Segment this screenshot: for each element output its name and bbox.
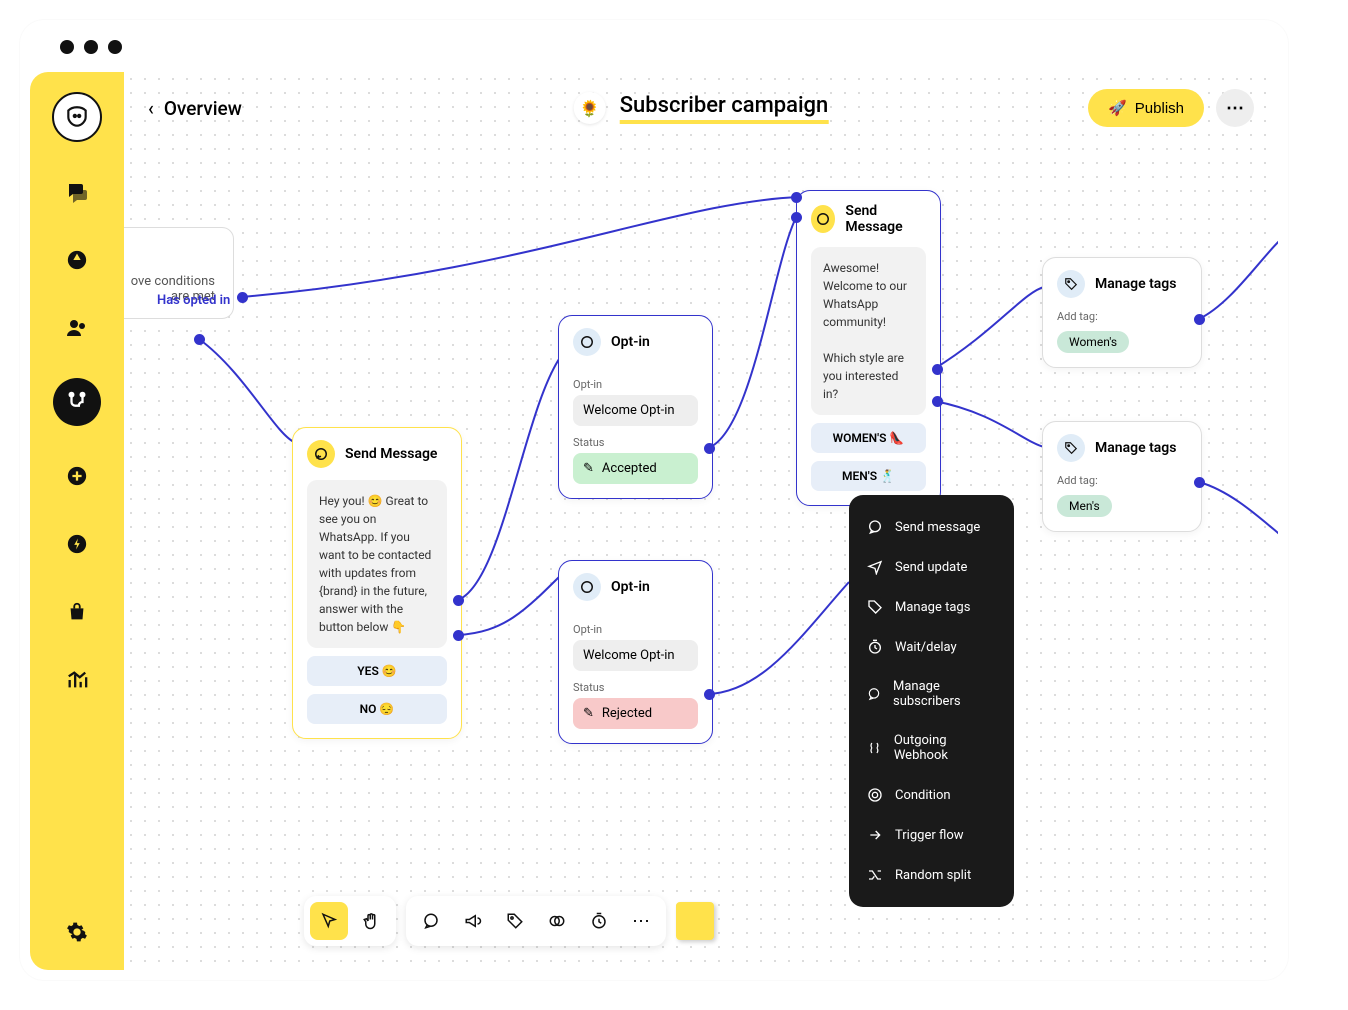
node-title: Manage tags [1095, 440, 1176, 456]
nav-add-icon[interactable] [59, 458, 95, 494]
message-body: Awesome! Welcome to our WhatsApp communi… [811, 247, 926, 415]
more-tools-icon[interactable]: ⋯ [622, 902, 660, 940]
message-body: Hey you! 😊 Great to see you on WhatsApp.… [307, 480, 447, 648]
brand-logo[interactable] [52, 92, 102, 142]
pencil-icon: ✎ [583, 461, 594, 476]
window-dot [84, 40, 98, 54]
menu-wait-delay[interactable]: Wait/delay [849, 627, 1014, 667]
connector-dot[interactable] [453, 595, 464, 606]
window-dot [60, 40, 74, 54]
more-button[interactable]: ⋯ [1216, 89, 1254, 127]
node-title: Manage tags [1095, 276, 1176, 292]
sidebar [30, 72, 124, 970]
connector-dot[interactable] [194, 334, 205, 345]
node-title: Send Message [845, 203, 926, 235]
field-value: Welcome Opt-in [573, 395, 698, 426]
menu-manage-tags[interactable]: Manage tags [849, 587, 1014, 627]
mens-button[interactable]: MEN'S 🕺 [811, 461, 926, 491]
optin-rejected-node[interactable]: Opt-in Opt-in Welcome Opt-in Status ✎ Re… [558, 560, 713, 744]
field-label: Add tag: [1057, 474, 1187, 487]
condition-text: ove conditions [124, 274, 215, 289]
menu-trigger-flow[interactable]: Trigger flow [849, 815, 1014, 855]
manage-tags-node-2[interactable]: Manage tags Add tag: Men's [1042, 421, 1202, 532]
nav-contacts-icon[interactable] [59, 310, 95, 346]
message-icon [307, 440, 335, 468]
node-title: Send Message [345, 446, 437, 462]
nav-bolt-icon[interactable] [59, 526, 95, 562]
window-dot [108, 40, 122, 54]
send-message-node[interactable]: Send Message Hey you! 😊 Great to see you… [292, 427, 462, 739]
nav-flows-icon[interactable] [53, 378, 101, 426]
nav-chat-icon[interactable] [59, 174, 95, 210]
condition-tool-icon[interactable] [538, 902, 576, 940]
status-label: Status [573, 436, 698, 449]
tag-chip: Men's [1057, 495, 1112, 517]
optin-icon [573, 573, 601, 601]
context-menu: Send message Send update Manage tags Wai… [849, 495, 1014, 907]
connector-dot[interactable] [704, 443, 715, 454]
connector-dot[interactable] [791, 192, 802, 203]
field-label: Opt-in [573, 623, 698, 636]
timer-tool-icon[interactable] [580, 902, 618, 940]
node-title: Opt-in [611, 334, 650, 350]
field-value: Welcome Opt-in [573, 640, 698, 671]
connector-dot[interactable] [1194, 477, 1205, 488]
publish-button[interactable]: 🚀 Publish [1088, 89, 1204, 127]
pointer-tool[interactable] [310, 902, 348, 940]
connector-dot[interactable] [704, 689, 715, 700]
manage-tags-node-1[interactable]: Manage tags Add tag: Women's [1042, 257, 1202, 368]
campaign-emoji-icon[interactable]: 🌻 [574, 92, 606, 124]
tag-icon [1057, 270, 1085, 298]
rocket-icon: 🚀 [1108, 99, 1127, 117]
publish-label: Publish [1135, 100, 1184, 117]
nav-analytics-icon[interactable] [59, 662, 95, 698]
send-message-node-2[interactable]: Send Message Awesome! Welcome to our Wha… [796, 190, 941, 506]
menu-random-split[interactable]: Random split [849, 855, 1014, 895]
status-rejected: ✎ Rejected [573, 698, 698, 729]
condition-link[interactable]: Has opted in [157, 293, 230, 308]
womens-button[interactable]: WOMEN'S 👠 [811, 423, 926, 453]
connector-dot[interactable] [932, 364, 943, 375]
menu-condition[interactable]: Condition [849, 775, 1014, 815]
connector-dot[interactable] [237, 292, 248, 303]
message-icon [811, 205, 835, 233]
connector-dot[interactable] [1194, 314, 1205, 325]
back-label: Overview [164, 97, 242, 120]
megaphone-tool-icon[interactable] [454, 902, 492, 940]
campaign-title[interactable]: Subscriber campaign [620, 93, 829, 124]
status-label: Status [573, 681, 698, 694]
nav-settings-icon[interactable] [59, 914, 95, 950]
menu-webhook[interactable]: Outgoing Webhook [849, 721, 1014, 775]
tag-chip: Women's [1057, 331, 1129, 353]
optin-accepted-node[interactable]: Opt-in Opt-in Welcome Opt-in Status ✎ Ac… [558, 315, 713, 499]
connector-dot[interactable] [932, 396, 943, 407]
hand-tool[interactable] [352, 902, 390, 940]
message-tool-icon[interactable] [412, 902, 450, 940]
nav-shop-icon[interactable] [59, 594, 95, 630]
yes-button[interactable]: YES 😊 [307, 656, 447, 686]
no-button[interactable]: NO 😔 [307, 694, 447, 724]
pencil-icon: ✎ [583, 706, 594, 721]
menu-manage-subscribers[interactable]: Manage subscribers [849, 667, 1014, 721]
menu-send-update[interactable]: Send update [849, 547, 1014, 587]
connector-dot[interactable] [791, 212, 802, 223]
tag-icon [1057, 434, 1085, 462]
tag-tool-icon[interactable] [496, 902, 534, 940]
sticky-note-tool[interactable] [676, 902, 714, 940]
field-label: Add tag: [1057, 310, 1187, 323]
status-accepted: ✎ Accepted [573, 453, 698, 484]
back-button[interactable]: ‹ Overview [148, 97, 242, 120]
flow-canvas[interactable]: ‹ Overview 🌻 Subscriber campaign 🚀 Publi… [124, 72, 1278, 970]
connector-dot[interactable] [453, 630, 464, 641]
field-label: Opt-in [573, 378, 698, 391]
chevron-left-icon: ‹ [148, 97, 154, 120]
menu-send-message[interactable]: Send message [849, 507, 1014, 547]
node-title: Opt-in [611, 579, 650, 595]
nav-broadcast-icon[interactable] [59, 242, 95, 278]
optin-icon [573, 328, 601, 356]
